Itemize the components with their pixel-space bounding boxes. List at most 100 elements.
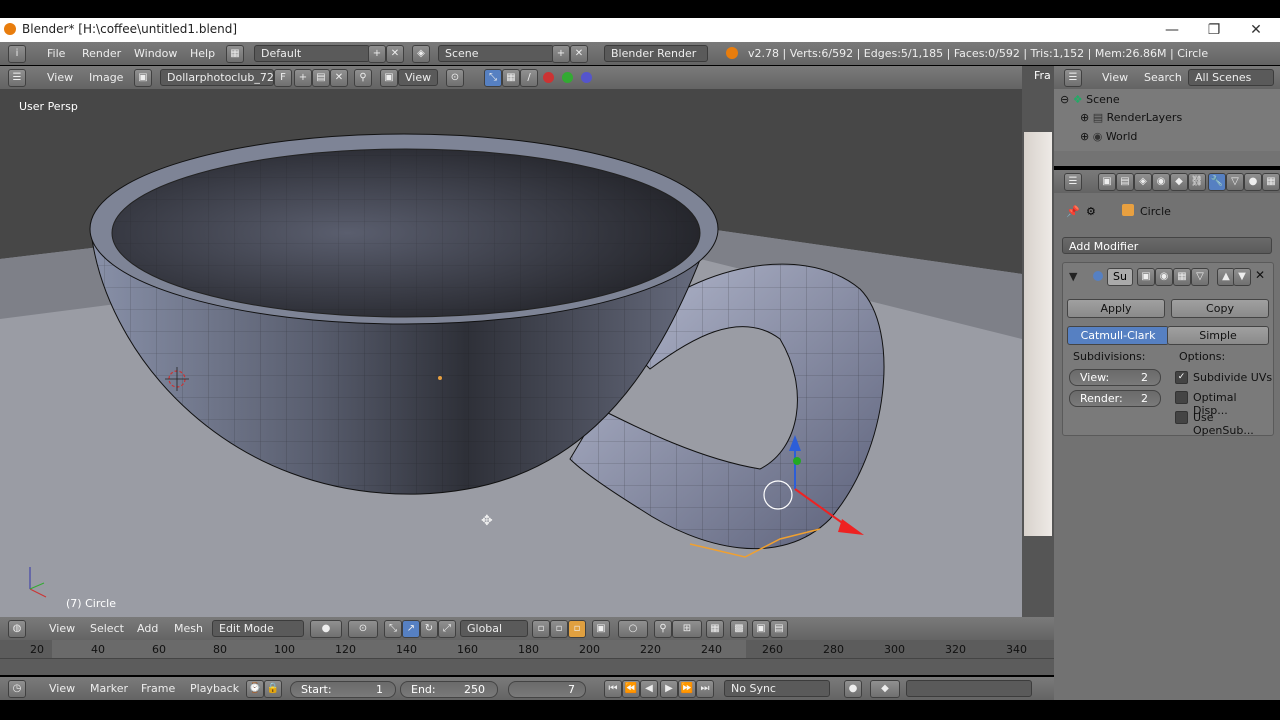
timeline-menu-playback[interactable]: Playback [190,682,239,695]
pivot-point-icon[interactable]: ⊙ [348,620,378,638]
play-reverse-icon[interactable]: ◀ [640,680,658,698]
outliner-menu-search[interactable]: Search [1144,71,1182,84]
outliner-item-renderlayers[interactable]: ⊕ ▤ RenderLayers [1080,111,1182,124]
remove-scene-icon[interactable]: ✕ [570,45,588,63]
outliner-item-scene[interactable]: ⊖ ❖ Scene [1060,93,1120,106]
scene-icon-small[interactable]: ▤ [770,620,788,638]
green-channel-icon[interactable] [562,72,573,83]
timeline-type-icon[interactable]: ◷ [8,680,26,698]
world-tab-icon[interactable]: ◉ [1152,173,1170,191]
expand-icon[interactable]: ⊕ [1080,111,1089,124]
modifiers-tab-icon[interactable]: 🔧 [1208,173,1226,191]
pin-icon-props[interactable]: 📌 [1066,205,1080,218]
copy-button[interactable]: Copy [1171,299,1269,318]
scene-selector-icon[interactable]: ◈ [412,45,430,63]
blue-channel-icon[interactable] [581,72,592,83]
open-image-icon[interactable]: ▤ [312,69,330,87]
unlink-image-icon[interactable]: ✕ [330,69,348,87]
checker-icon[interactable]: ▦ [502,69,520,87]
proportional-icon[interactable]: ○ [618,620,648,638]
opengl-render-icon[interactable]: ▩ [730,620,748,638]
outliner-type-icon[interactable]: ☰ [1064,69,1082,87]
view-mode-icon[interactable]: ▣ [380,69,398,87]
scene-field[interactable]: Scene [438,45,554,62]
cage-toggle-icon[interactable]: ▽ [1191,268,1209,286]
layers-tab-icon[interactable]: ▤ [1116,173,1134,191]
move-down-icon[interactable]: ▼ [1233,268,1251,286]
render-preview-icon[interactable]: ▦ [706,620,724,638]
image-menu-image[interactable]: Image [89,71,123,84]
constraints-tab-icon[interactable]: ⛓ [1188,173,1206,191]
mode-select[interactable]: Edit Mode [212,620,304,637]
play-icon[interactable]: ▶ [660,680,678,698]
current-frame-field[interactable]: 7 [508,681,586,698]
image-browse-icon[interactable]: ▣ [134,69,152,87]
viewport-toggle-icon[interactable]: ◉ [1155,268,1173,286]
timeline-menu-marker[interactable]: Marker [90,682,128,695]
view3d-menu-select[interactable]: Select [90,622,124,635]
end-frame-field[interactable]: End: 250 [400,681,498,698]
render-tab-icon[interactable]: ▣ [1098,173,1116,191]
modifier-name-field[interactable]: Su [1107,268,1133,286]
new-image-icon[interactable]: + [294,69,312,87]
sync-select[interactable]: No Sync [724,680,830,697]
shading-icon[interactable]: ● [310,620,342,638]
start-frame-field[interactable]: Start: 1 [290,681,396,698]
remove-modifier-icon[interactable]: ✕ [1255,268,1265,282]
pivot-icon[interactable]: ⊙ [446,69,464,87]
manipulator-icon[interactable]: ⤡ [384,620,402,638]
scene-tab-icon[interactable]: ◈ [1134,173,1152,191]
snap-target-icon[interactable]: ⊞ [672,620,702,638]
image-name-field[interactable]: Dollarphotoclub_72... [160,69,284,86]
view3d-menu-view[interactable]: View [49,622,75,635]
image-editor-type-icon[interactable]: ☰ [8,69,26,87]
editmode-toggle-icon[interactable]: ▦ [1173,268,1191,286]
snap-icon[interactable]: ⤡ [484,69,502,87]
maximize-button[interactable]: ❐ [1194,20,1234,40]
slash-icon[interactable]: / [520,69,538,87]
remove-layout-icon[interactable]: ✕ [386,45,404,63]
scale-icon[interactable]: ⤢ [438,620,456,638]
pin-icon[interactable]: ⚲ [354,69,372,87]
layout-field[interactable]: Default [254,45,370,62]
layout-icon[interactable]: ▦ [226,45,244,63]
3d-view-type-icon[interactable]: ◍ [8,620,26,638]
add-modifier-button[interactable]: Add Modifier [1062,237,1272,254]
apply-button[interactable]: Apply [1067,299,1165,318]
outliner-filter-select[interactable]: All Scenes [1188,69,1274,86]
rotate-icon[interactable]: ↻ [420,620,438,638]
translate-icon[interactable]: ↗ [402,620,420,638]
render-engine-select[interactable]: Blender Render [604,45,708,62]
layer-icon-2[interactable]: ▫ [550,620,568,638]
info-editor-icon[interactable]: i [8,45,26,63]
outliner-menu-view[interactable]: View [1102,71,1128,84]
menu-help[interactable]: Help [190,47,215,60]
material-tab-icon[interactable]: ● [1244,173,1262,191]
use-opensubdiv-checkbox[interactable] [1175,411,1188,424]
properties-type-icon[interactable]: ☰ [1064,173,1082,191]
opengl-anim-icon[interactable]: ▣ [752,620,770,638]
menu-render[interactable]: Render [82,47,121,60]
menu-window[interactable]: Window [134,47,177,60]
render-toggle-icon[interactable]: ▣ [1137,268,1155,286]
subdivide-uvs-checkbox[interactable]: ✓ [1175,371,1188,384]
preview-range-icon[interactable]: ⌚ [246,680,264,698]
view3d-menu-mesh[interactable]: Mesh [174,622,203,635]
view-levels-field[interactable]: View: 2 [1069,369,1161,386]
minimize-button[interactable]: — [1152,20,1192,40]
texture-tab-icon[interactable]: ▦ [1262,173,1280,191]
add-layout-icon[interactable]: + [368,45,386,63]
jump-end-icon[interactable]: ⏭ [696,680,714,698]
layer-icon-3[interactable]: ▫ [568,620,586,638]
tab-catmull-clark[interactable]: Catmull-Clark [1067,326,1169,345]
add-scene-icon[interactable]: + [552,45,570,63]
tab-simple[interactable]: Simple [1167,326,1269,345]
occlude-icon[interactable]: ▣ [592,620,610,638]
collapse-modifier-icon[interactable]: ▼ [1069,270,1077,283]
layer-icon-1[interactable]: ▫ [532,620,550,638]
optimal-display-checkbox[interactable] [1175,391,1188,404]
close-button[interactable]: ✕ [1236,20,1276,40]
next-keyframe-icon[interactable]: ⏩ [678,680,696,698]
timeline-area[interactable]: 20 40 60 80 100 120 140 160 180 200 220 240 260 280 30… [0,640,1054,675]
view3d-menu-add[interactable]: Add [137,622,158,635]
